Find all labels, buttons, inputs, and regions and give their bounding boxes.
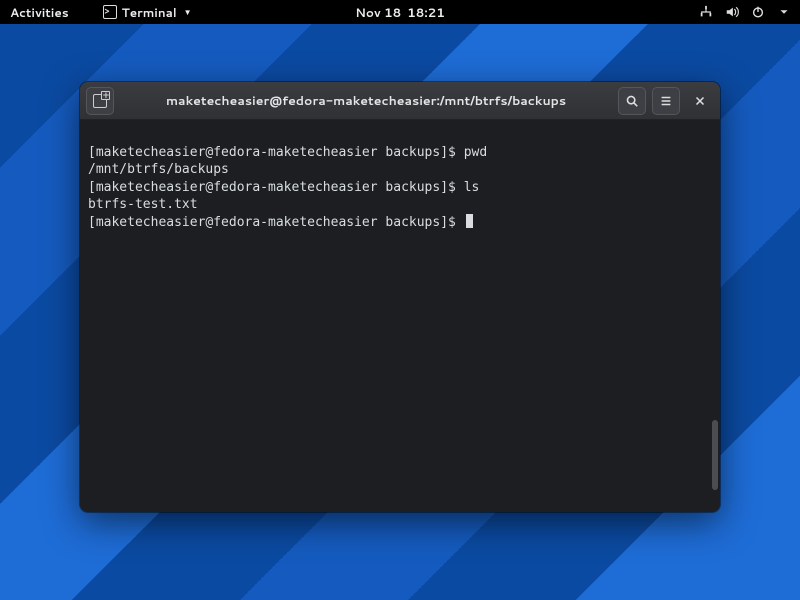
new-tab-button[interactable]	[86, 87, 114, 115]
prompt: [maketecheasier@fedora-maketecheasier ba…	[88, 145, 464, 160]
output-text: /mnt/btrfs/backups	[88, 162, 229, 177]
power-icon[interactable]	[750, 5, 766, 19]
menu-button[interactable]	[652, 87, 680, 115]
terminal-icon	[103, 5, 117, 19]
chevron-down-icon: ▼	[184, 6, 192, 18]
close-icon	[693, 94, 707, 108]
network-icon[interactable]	[698, 5, 714, 19]
window-titlebar[interactable]: maketecheasier@fedora-maketecheasier:/mn…	[80, 82, 720, 120]
output-text: btrfs-test.txt	[88, 197, 198, 212]
scrollbar-thumb[interactable]	[712, 420, 718, 490]
activities-button[interactable]: Activities	[8, 4, 71, 21]
clock-time: 18:21	[407, 4, 445, 21]
app-menu[interactable]: Terminal ▼	[103, 4, 192, 21]
command-text: ls	[464, 180, 480, 195]
terminal-body[interactable]: [maketecheasier@fedora-maketecheasier ba…	[80, 120, 720, 512]
search-button[interactable]	[618, 87, 646, 115]
close-button[interactable]	[686, 87, 714, 115]
hamburger-icon	[659, 94, 673, 108]
terminal-window: maketecheasier@fedora-maketecheasier:/mn…	[80, 82, 720, 512]
volume-icon[interactable]	[724, 5, 740, 19]
gnome-top-bar: Activities Terminal ▼ Nov 18 18:21	[0, 0, 800, 24]
new-tab-icon	[93, 94, 107, 108]
command-text: pwd	[464, 145, 487, 160]
clock[interactable]: Nov 18 18:21	[355, 4, 445, 21]
chevron-down-icon[interactable]	[776, 5, 792, 19]
clock-date: Nov 18	[355, 4, 401, 21]
window-title: maketecheasier@fedora-maketecheasier:/mn…	[120, 92, 612, 110]
app-menu-label: Terminal	[122, 4, 177, 21]
prompt: [maketecheasier@fedora-maketecheasier ba…	[88, 215, 464, 230]
cursor	[466, 214, 473, 228]
search-icon	[625, 94, 639, 108]
prompt: [maketecheasier@fedora-maketecheasier ba…	[88, 180, 464, 195]
